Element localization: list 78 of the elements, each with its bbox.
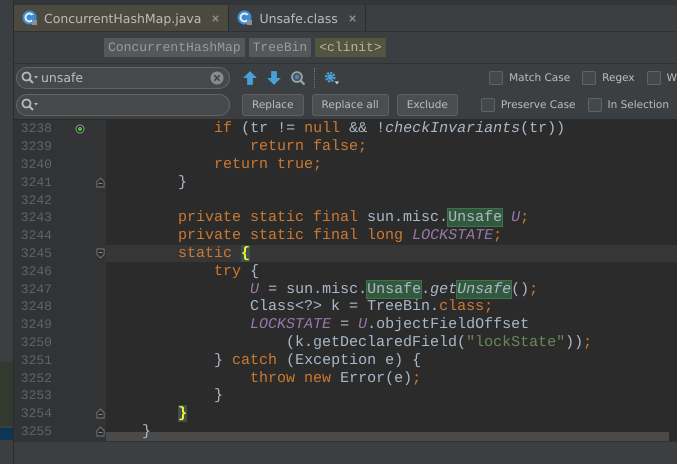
keyword-text: ;	[583, 334, 592, 351]
keyword-text: static	[178, 244, 234, 262]
checkbox-label: Regex	[602, 72, 635, 84]
editor-tab[interactable]: ConcurrentHashMap.java	[14, 5, 230, 31]
search-match: Unsafe	[457, 280, 512, 298]
code-text: (Exception e) {	[286, 352, 422, 369]
code-text: (tr))	[520, 120, 566, 138]
code-text: Class<?> k = TreeBin.	[250, 298, 440, 316]
code-text: }	[214, 387, 224, 404]
code-text: sun.misc.	[367, 209, 448, 226]
code-text: ))	[565, 334, 584, 351]
field-name: U	[511, 209, 520, 226]
code-text: }	[178, 174, 188, 191]
code-text: {	[250, 262, 260, 280]
search-match: Unsafe	[448, 209, 502, 226]
keyword-text: try	[214, 262, 242, 280]
class-file-icon	[237, 10, 254, 26]
replace-field[interactable]	[16, 94, 230, 116]
close-icon[interactable]	[211, 14, 220, 22]
breadcrumb[interactable]: <clinit>	[315, 38, 386, 57]
checkbox-label: Preserve Case	[500, 99, 576, 112]
field-name: U	[358, 316, 368, 334]
string-literal: "lockState"	[466, 334, 566, 351]
arrow-up-icon[interactable]	[242, 70, 258, 86]
keyword-text: class;	[439, 298, 494, 316]
checkbox[interactable]	[489, 70, 504, 85]
field-name: LOCKSTATE	[250, 316, 332, 334]
code-text: }	[142, 422, 152, 440]
keyword-text: private static final long	[178, 227, 404, 244]
checkbox[interactable]	[588, 98, 602, 112]
code-text: ()	[511, 280, 530, 298]
field-name: U	[250, 280, 260, 298]
keyword-text: return true;	[214, 156, 322, 173]
field-name: LOCKSTATE	[412, 227, 494, 244]
keyword-text: ;	[493, 227, 502, 244]
keyword-text: if	[214, 120, 232, 138]
search-icon	[21, 98, 39, 112]
code-text: (tr !=	[241, 120, 296, 138]
keyword-text: return false;	[250, 138, 368, 156]
replace-button[interactable]: Replace	[242, 94, 304, 116]
matched-brace: {	[241, 244, 250, 262]
close-icon[interactable]	[348, 14, 357, 22]
arrow-down-icon[interactable]	[266, 70, 282, 86]
keyword-text: ;	[412, 370, 422, 387]
code-text: (k.getDeclaredField(	[286, 334, 466, 351]
search-field[interactable]: unsafe	[16, 66, 230, 89]
checkbox-label: In Selection	[608, 99, 669, 112]
checkbox[interactable]	[646, 70, 661, 85]
clear-icon[interactable]	[210, 70, 224, 85]
code-text: .	[421, 280, 430, 298]
checkbox-label: Match Case	[509, 72, 570, 84]
code-text: }	[214, 352, 224, 369]
method-name: checkInvariants	[385, 120, 520, 138]
checkbox[interactable]	[582, 70, 596, 85]
breadcrumb[interactable]: ConcurrentHashMap	[104, 38, 245, 57]
method-name: get	[430, 280, 458, 298]
search-icon	[21, 70, 39, 85]
checkbox-label: W	[666, 72, 677, 84]
class-file-icon	[22, 10, 38, 26]
checkbox[interactable]	[480, 98, 495, 112]
code-text: = sun.misc.	[268, 280, 368, 298]
find-all-icon[interactable]	[290, 70, 306, 86]
keyword-text: ;	[529, 280, 538, 298]
code-text: .objectFieldOffset	[367, 316, 530, 334]
breadcrumb[interactable]: TreeBin	[248, 38, 312, 57]
replace-button[interactable]: Exclude	[396, 94, 458, 116]
matched-brace: }	[178, 405, 188, 422]
settings-icon[interactable]	[324, 70, 340, 86]
keyword-text: private static final	[178, 209, 360, 226]
keyword-text: ;	[520, 209, 530, 226]
keyword-text: null	[304, 120, 340, 138]
code-text: =	[340, 316, 350, 334]
search-match: Unsafe	[367, 280, 422, 298]
replace-button[interactable]: Replace all	[312, 94, 389, 116]
keyword-text: throw new	[250, 370, 332, 387]
code-text: Error(e)	[340, 370, 412, 387]
code-text: && !	[349, 120, 386, 138]
keyword-text: catch	[232, 352, 278, 369]
